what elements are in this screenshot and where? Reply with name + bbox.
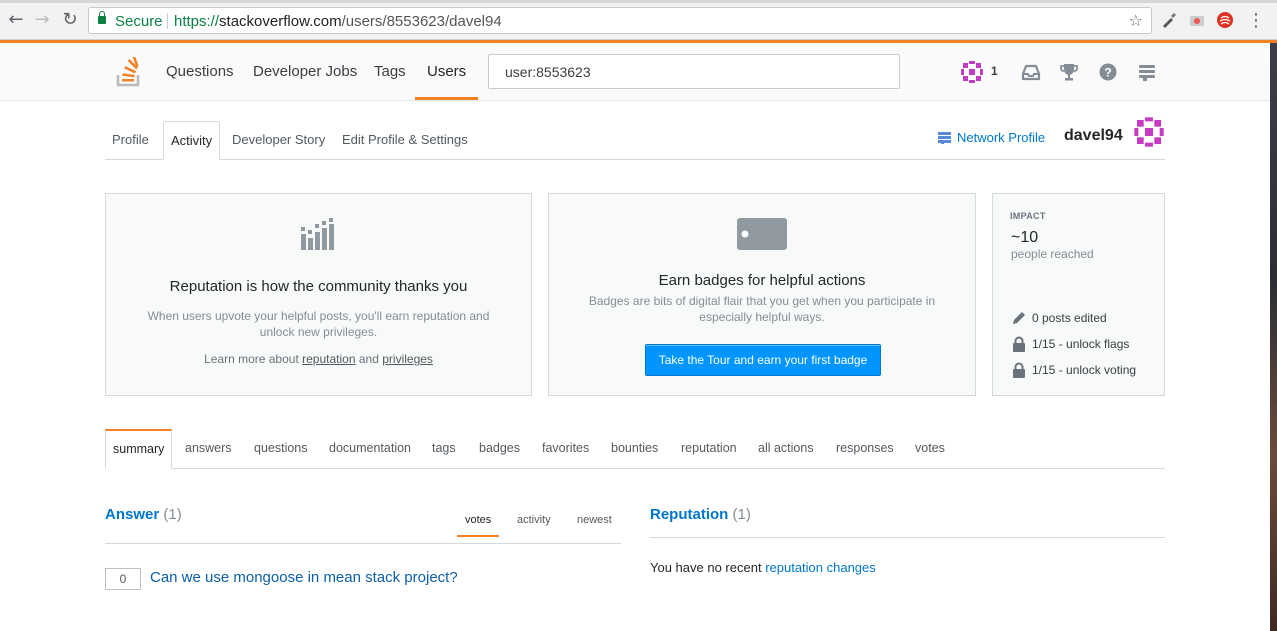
reputation-count[interactable]: 1 [991,64,998,78]
reputation-info-card: Reputation is how the community thanks y… [105,193,532,396]
tab-documentation[interactable]: documentation [322,429,418,469]
browser-menu-icon[interactable]: ⋮ [1247,10,1265,31]
achievements-trophy-icon[interactable] [1058,61,1080,83]
reputation-changes-link[interactable]: reputation changes [765,560,876,575]
learn-more-prefix: Learn more about [204,352,299,366]
security-extension-icon[interactable] [1216,11,1234,29]
tab-bounties[interactable]: bounties [604,429,665,469]
tab-developer-story[interactable]: Developer Story [225,121,332,160]
desktop-background-edge [1270,43,1277,631]
divider [167,13,168,29]
stat-unlock-flags-text: 1/15 - unlock flags [1032,337,1130,351]
tab-favorites[interactable]: favorites [535,429,596,469]
activity-tabs-divider [105,468,1165,469]
badges-card-text: Badges are bits of digital flair that yo… [588,294,936,324]
tab-strip [0,0,1277,3]
lock-icon [1013,362,1025,378]
reputation-card-title: Reputation is how the community thanks y… [169,278,468,295]
reputation-link[interactable]: reputation [302,352,355,366]
profile-avatar [1133,116,1165,148]
svg-text:?: ? [1104,66,1111,80]
answers-title[interactable]: Answer [105,506,159,523]
pencil-icon [1013,312,1025,324]
address-bar[interactable]: Secure https://stackoverflow.com/users/8… [88,7,1152,34]
help-icon[interactable]: ? [1097,61,1119,83]
forward-icon[interactable]: → [32,10,52,30]
stat-posts-edited-text: 0 posts edited [1032,311,1107,325]
tab-reputation[interactable]: reputation [674,429,744,469]
tab-activity[interactable]: Activity [163,121,221,160]
reputation-title[interactable]: Reputation [650,506,728,523]
answers-count: (1) [163,506,182,523]
tab-all-actions[interactable]: all actions [751,429,821,469]
tab-answers[interactable]: answers [178,429,239,469]
privileges-link[interactable]: privileges [382,352,433,366]
answer-title-link[interactable]: Can we use mongoose in mean stack projec… [150,569,458,586]
answers-heading[interactable]: Answer (1) [105,506,182,523]
sort-activity[interactable]: activity [509,505,559,537]
search-box[interactable] [488,54,900,89]
user-avatar[interactable] [960,60,984,84]
tab-summary[interactable]: summary [105,429,173,469]
stackoverflow-logo-icon[interactable] [116,57,142,87]
nav-questions[interactable]: Questions [155,43,245,100]
secure-label: Secure [115,13,163,30]
tab-responses[interactable]: responses [829,429,901,469]
browser-toolbar: ← → ↻ Secure https://stackoverflow.com/u… [0,0,1277,40]
inbox-icon[interactable] [1020,61,1042,83]
reputation-empty-message: You have no recent reputation changes [650,560,876,575]
network-profile-link[interactable]: Network Profile [957,130,1045,145]
url-text[interactable]: https://stackoverflow.com/users/8553623/… [174,13,502,30]
site-header: Questions Developer Jobs Tags Users 1 ? [0,43,1270,101]
badge-icon [737,218,787,250]
answer-vote-count: 0 [105,568,141,590]
search-input[interactable] [489,55,899,88]
bookmark-star-icon[interactable]: ☆ [1129,11,1143,30]
tab-edit-profile-settings[interactable]: Edit Profile & Settings [335,121,475,160]
impact-card: IMPACT ~10 people reached 0 posts edited… [992,193,1165,396]
profile-tabs-divider [105,159,1165,160]
url-path: /users/8553623/davel94 [341,13,502,30]
stat-unlock-voting-text: 1/15 - unlock voting [1032,363,1137,377]
sort-newest[interactable]: newest [569,505,620,537]
learn-more-and: and [358,352,379,366]
eyedropper-extension-icon[interactable] [1160,11,1178,29]
reputation-empty-prefix: You have no recent [650,560,762,575]
camera-extension-icon[interactable] [1188,11,1206,29]
reputation-heading[interactable]: Reputation (1) [650,506,751,523]
reputation-chart-icon [301,218,334,250]
impact-label: IMPACT [1010,211,1046,221]
reputation-divider [650,537,1165,538]
tab-tags[interactable]: tags [425,429,463,469]
site-switcher-icon[interactable] [1136,61,1158,83]
take-tour-button[interactable]: Take the Tour and earn your first badge [645,344,881,376]
reputation-count-label: (1) [732,506,751,523]
badges-info-card: Earn badges for helpful actions Badges a… [548,193,976,396]
tab-profile[interactable]: Profile [105,121,156,160]
tab-questions[interactable]: questions [247,429,315,469]
answers-divider [105,543,621,544]
lock-icon [1013,336,1025,352]
url-scheme: https:// [174,13,220,30]
nav-tags[interactable]: Tags [363,43,417,100]
nav-users[interactable]: Users [415,43,479,100]
reload-icon[interactable]: ↻ [60,10,80,30]
nav-developer-jobs[interactable]: Developer Jobs [242,43,368,100]
reputation-learn-more: Learn more about reputation and privileg… [106,351,531,367]
reputation-card-text: When users upvote your helpful posts, yo… [147,309,490,339]
tab-badges[interactable]: badges [472,429,527,469]
impact-subtitle: people reached [1011,247,1094,261]
impact-value: ~10 [1011,229,1039,246]
username: davel94 [1064,127,1123,144]
lock-icon [98,11,106,24]
sort-votes[interactable]: votes [457,505,500,537]
url-host: stackoverflow.com [219,13,342,30]
tab-votes[interactable]: votes [908,429,952,469]
network-profile-icon [938,132,951,144]
back-icon[interactable]: ← [6,10,26,30]
badges-card-title: Earn badges for helpful actions [658,272,866,289]
